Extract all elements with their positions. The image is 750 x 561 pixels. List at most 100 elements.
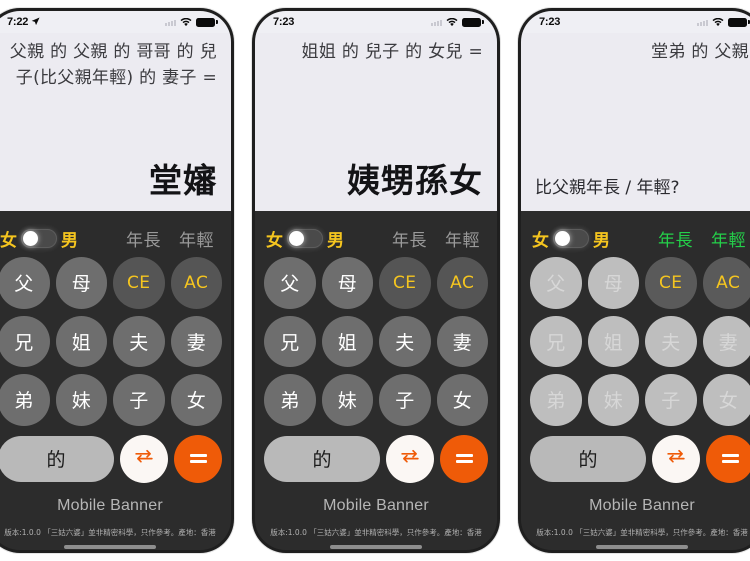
key-de[interactable]: 的 xyxy=(0,435,114,482)
key-qi[interactable]: 妻 xyxy=(170,315,222,367)
ad-banner[interactable]: Mobile Banner xyxy=(0,489,222,523)
key-de: 的 xyxy=(530,435,646,482)
key-nv[interactable]: 女 xyxy=(170,374,222,426)
swap-icon xyxy=(665,449,687,468)
equals-button[interactable] xyxy=(174,434,222,483)
gender-toggle-group[interactable]: 女 男 xyxy=(532,226,642,251)
age-older-button[interactable]: 年長 xyxy=(392,226,427,251)
screenshot-stage: 7:22 父親 的 父親 的 哥哥 的 兒子(比父親年輕) 的 妻子 = 堂嬸 xyxy=(0,0,750,561)
swap-button[interactable] xyxy=(652,434,700,483)
gender-female-label[interactable]: 女 xyxy=(0,226,17,251)
key-fu-husband: 夫 xyxy=(645,315,697,367)
gender-toggle-switch[interactable] xyxy=(553,228,589,248)
result-text: 堂嬸 xyxy=(149,161,217,200)
key-grid: 父 母 CE AC 兄 姐 夫 妻 弟 妹 子 女 xyxy=(0,255,222,426)
home-indicator[interactable] xyxy=(0,543,222,551)
phone-screen-2: 7:23 姐姐 的 兒子 的 女兒 = 姨甥孫女 女 男 年長 年輕 父 母 C… xyxy=(255,11,497,550)
key-ce[interactable]: CE xyxy=(645,257,697,309)
key-di: 弟 xyxy=(530,374,582,426)
key-qi: 妻 xyxy=(702,315,750,367)
keypad-top-row: 女 男 年長 年輕 xyxy=(530,221,750,255)
footer-note: 版本:1.0.0 「三姑六婆」並非精密科學，只作參考。產地：香港 xyxy=(536,528,748,537)
key-fu-husband[interactable]: 夫 xyxy=(379,315,431,367)
phone-screen-1: 7:22 父親 的 父親 的 哥哥 的 兒子(比父親年輕) 的 妻子 = 堂嬸 xyxy=(0,11,231,550)
key-di[interactable]: 弟 xyxy=(264,374,316,426)
key-fu[interactable]: 父 xyxy=(0,257,50,309)
gender-toggle-group[interactable]: 女 男 xyxy=(266,226,376,251)
age-younger-button[interactable]: 年輕 xyxy=(179,226,214,251)
wifi-icon xyxy=(446,17,458,27)
key-xiong[interactable]: 兄 xyxy=(0,315,50,367)
swap-button[interactable] xyxy=(120,434,168,483)
ad-banner[interactable]: Mobile Banner xyxy=(530,489,750,523)
equals-button[interactable] xyxy=(440,434,488,483)
key-jie[interactable]: 姐 xyxy=(55,315,107,367)
gender-male-label[interactable]: 男 xyxy=(61,226,78,251)
gender-male-label[interactable]: 男 xyxy=(327,226,344,251)
keypad-top-row: 女 男 年長 年輕 xyxy=(0,221,222,255)
home-indicator[interactable] xyxy=(530,543,750,551)
signal-icon xyxy=(697,19,708,26)
phone-mockup-1: 7:22 父親 的 父親 的 哥哥 的 兒子(比父親年輕) 的 妻子 = 堂嬸 xyxy=(0,8,234,553)
status-bar-left: 7:22 xyxy=(7,16,40,28)
ad-banner[interactable]: Mobile Banner xyxy=(264,489,488,523)
key-de[interactable]: 的 xyxy=(264,435,380,482)
key-nv[interactable]: 女 xyxy=(436,374,488,426)
home-indicator[interactable] xyxy=(264,543,488,551)
phone-mockup-3: 7:23 堂弟 的 父親 比父親年長 / 年輕? 女 男 年長 年輕 父 母 C… xyxy=(518,8,750,553)
key-mei[interactable]: 妹 xyxy=(55,374,107,426)
swap-button[interactable] xyxy=(386,434,434,483)
status-bar-right xyxy=(697,17,750,27)
age-younger-button[interactable]: 年輕 xyxy=(711,226,746,251)
battery-full-icon xyxy=(462,17,484,27)
key-grid: 父 母 CE AC 兄 姐 夫 妻 弟 妹 子 女 xyxy=(530,255,750,426)
key-mu[interactable]: 母 xyxy=(321,257,373,309)
calculator-display: 姐姐 的 兒子 的 女兒 = 姨甥孫女 xyxy=(255,33,497,211)
key-fu-husband[interactable]: 夫 xyxy=(113,315,165,367)
age-older-button[interactable]: 年長 xyxy=(126,226,161,251)
equals-icon xyxy=(189,453,207,464)
wifi-icon xyxy=(180,17,192,27)
equals-button[interactable] xyxy=(706,434,750,483)
expression-text: 父親 的 父親 的 哥哥 的 兒子(比父親年輕) 的 妻子 = xyxy=(9,42,217,88)
equals-icon xyxy=(455,453,473,464)
key-fu[interactable]: 父 xyxy=(264,257,316,309)
key-mei[interactable]: 妹 xyxy=(321,374,373,426)
key-zi[interactable]: 子 xyxy=(379,374,431,426)
key-ce[interactable]: CE xyxy=(113,257,165,309)
status-bar-right xyxy=(431,17,484,27)
key-ac[interactable]: AC xyxy=(436,257,488,309)
signal-icon xyxy=(165,19,176,26)
key-ac[interactable]: AC xyxy=(702,257,750,309)
key-qi[interactable]: 妻 xyxy=(436,315,488,367)
key-zi[interactable]: 子 xyxy=(113,374,165,426)
age-older-button[interactable]: 年長 xyxy=(658,226,693,251)
key-xiong[interactable]: 兄 xyxy=(264,315,316,367)
key-jie[interactable]: 姐 xyxy=(321,315,373,367)
key-ac[interactable]: AC xyxy=(170,257,222,309)
toggle-knob xyxy=(289,230,304,246)
gender-toggle-switch[interactable] xyxy=(21,228,57,248)
gender-toggle-switch[interactable] xyxy=(287,228,323,248)
key-mei: 妹 xyxy=(587,374,639,426)
gender-female-label[interactable]: 女 xyxy=(266,226,283,251)
age-button-group: 年長 年輕 xyxy=(110,226,220,251)
key-di[interactable]: 弟 xyxy=(0,374,50,426)
gender-male-label[interactable]: 男 xyxy=(593,226,610,251)
calculator-display: 父親 的 父親 的 哥哥 的 兒子(比父親年輕) 的 妻子 = 堂嬸 xyxy=(0,33,231,211)
key-jie: 姐 xyxy=(587,315,639,367)
gender-toggle-group[interactable]: 女 男 xyxy=(0,226,110,251)
calculator-display: 堂弟 的 父親 比父親年長 / 年輕? xyxy=(521,33,750,211)
key-fu: 父 xyxy=(530,257,582,309)
status-time: 7:23 xyxy=(273,16,295,28)
key-ce[interactable]: CE xyxy=(379,257,431,309)
expression-text: 堂弟 的 父親 xyxy=(651,42,749,62)
battery-full-icon xyxy=(728,17,750,27)
footer-note: 版本:1.0.0 「三姑六婆」並非精密科學，只作參考。產地：香港 xyxy=(270,528,482,537)
key-nv: 女 xyxy=(702,374,750,426)
status-bar: 7:23 xyxy=(521,11,750,33)
age-younger-button[interactable]: 年輕 xyxy=(445,226,480,251)
key-mu[interactable]: 母 xyxy=(55,257,107,309)
status-time: 7:23 xyxy=(539,16,561,28)
gender-female-label[interactable]: 女 xyxy=(532,226,549,251)
